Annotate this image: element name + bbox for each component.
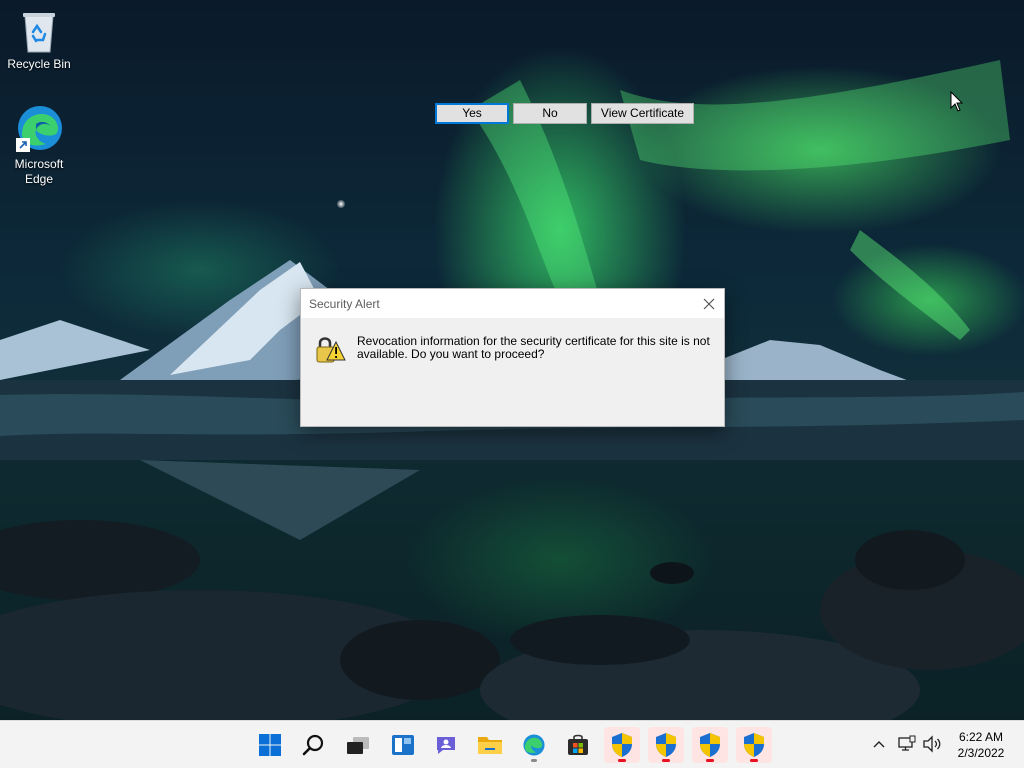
clock-date: 2/3/2022 <box>957 746 1005 760</box>
dialog-message: Revocation information for the security … <box>357 334 710 361</box>
windows-start-icon <box>259 734 281 756</box>
desktop-icon-microsoft-edge[interactable]: Microsoft Edge <box>1 104 77 187</box>
taskbar-chat-button[interactable] <box>428 727 464 763</box>
shield-icon <box>656 733 676 757</box>
shield-icon <box>612 733 632 757</box>
close-icon <box>703 298 715 310</box>
dialog-titlebar[interactable]: Security Alert <box>301 289 724 318</box>
search-icon <box>302 734 324 756</box>
folder-icon <box>478 737 502 754</box>
taskbar-task-view-button[interactable] <box>340 727 376 763</box>
security-warning-lock-icon <box>316 337 346 363</box>
desktop-icon-label: Recycle Bin <box>7 57 71 71</box>
shield-icon <box>700 733 720 757</box>
mouse-cursor-icon <box>950 91 964 112</box>
taskbar-store-button[interactable] <box>560 727 596 763</box>
edge-icon <box>523 734 545 756</box>
edge-icon <box>16 106 62 152</box>
close-button[interactable] <box>698 293 720 315</box>
dialog-title: Security Alert <box>309 297 380 311</box>
taskbar: 6:22 AM 2/3/2022 <box>0 720 1024 768</box>
taskbar-uac-prompt-4[interactable] <box>736 727 772 763</box>
shield-icon <box>744 733 764 757</box>
alert-indicator <box>662 759 670 762</box>
network-icon[interactable] <box>898 735 916 753</box>
store-icon <box>568 734 588 755</box>
chat-icon <box>437 737 455 754</box>
taskbar-uac-prompt-1[interactable] <box>604 727 640 763</box>
task-view-icon <box>347 737 369 754</box>
security-alert-dialog: Security Alert Revocation information fo… <box>300 288 725 427</box>
taskbar-start-button[interactable] <box>252 727 288 763</box>
dialog-body: Revocation information for the security … <box>301 318 724 425</box>
desktop-icon-label: Microsoft Edge <box>14 157 64 186</box>
no-button[interactable]: No <box>513 103 587 124</box>
alert-indicator <box>618 759 626 762</box>
alert-indicator <box>750 759 758 762</box>
widgets-icon <box>392 735 414 755</box>
yes-button[interactable]: Yes <box>435 103 509 124</box>
desktop-icon-recycle-bin[interactable]: Recycle Bin <box>1 8 77 72</box>
alert-indicator <box>706 759 714 762</box>
star <box>337 200 345 208</box>
running-indicator <box>531 759 537 762</box>
speaker-icon[interactable] <box>922 735 942 753</box>
chevron-up-icon[interactable] <box>872 739 886 749</box>
taskbar-uac-prompt-2[interactable] <box>648 727 684 763</box>
taskbar-clock[interactable]: 6:22 AM 2/3/2022 <box>946 729 1016 761</box>
taskbar-widgets-button[interactable] <box>385 727 421 763</box>
recycle-bin-icon <box>23 13 55 53</box>
clock-time: 6:22 AM <box>958 730 1004 744</box>
taskbar-uac-prompt-3[interactable] <box>692 727 728 763</box>
view-certificate-button[interactable]: View Certificate <box>591 103 694 124</box>
taskbar-search-button[interactable] <box>296 727 332 763</box>
taskbar-edge-button[interactable] <box>516 727 552 763</box>
taskbar-file-explorer-button[interactable] <box>472 727 508 763</box>
